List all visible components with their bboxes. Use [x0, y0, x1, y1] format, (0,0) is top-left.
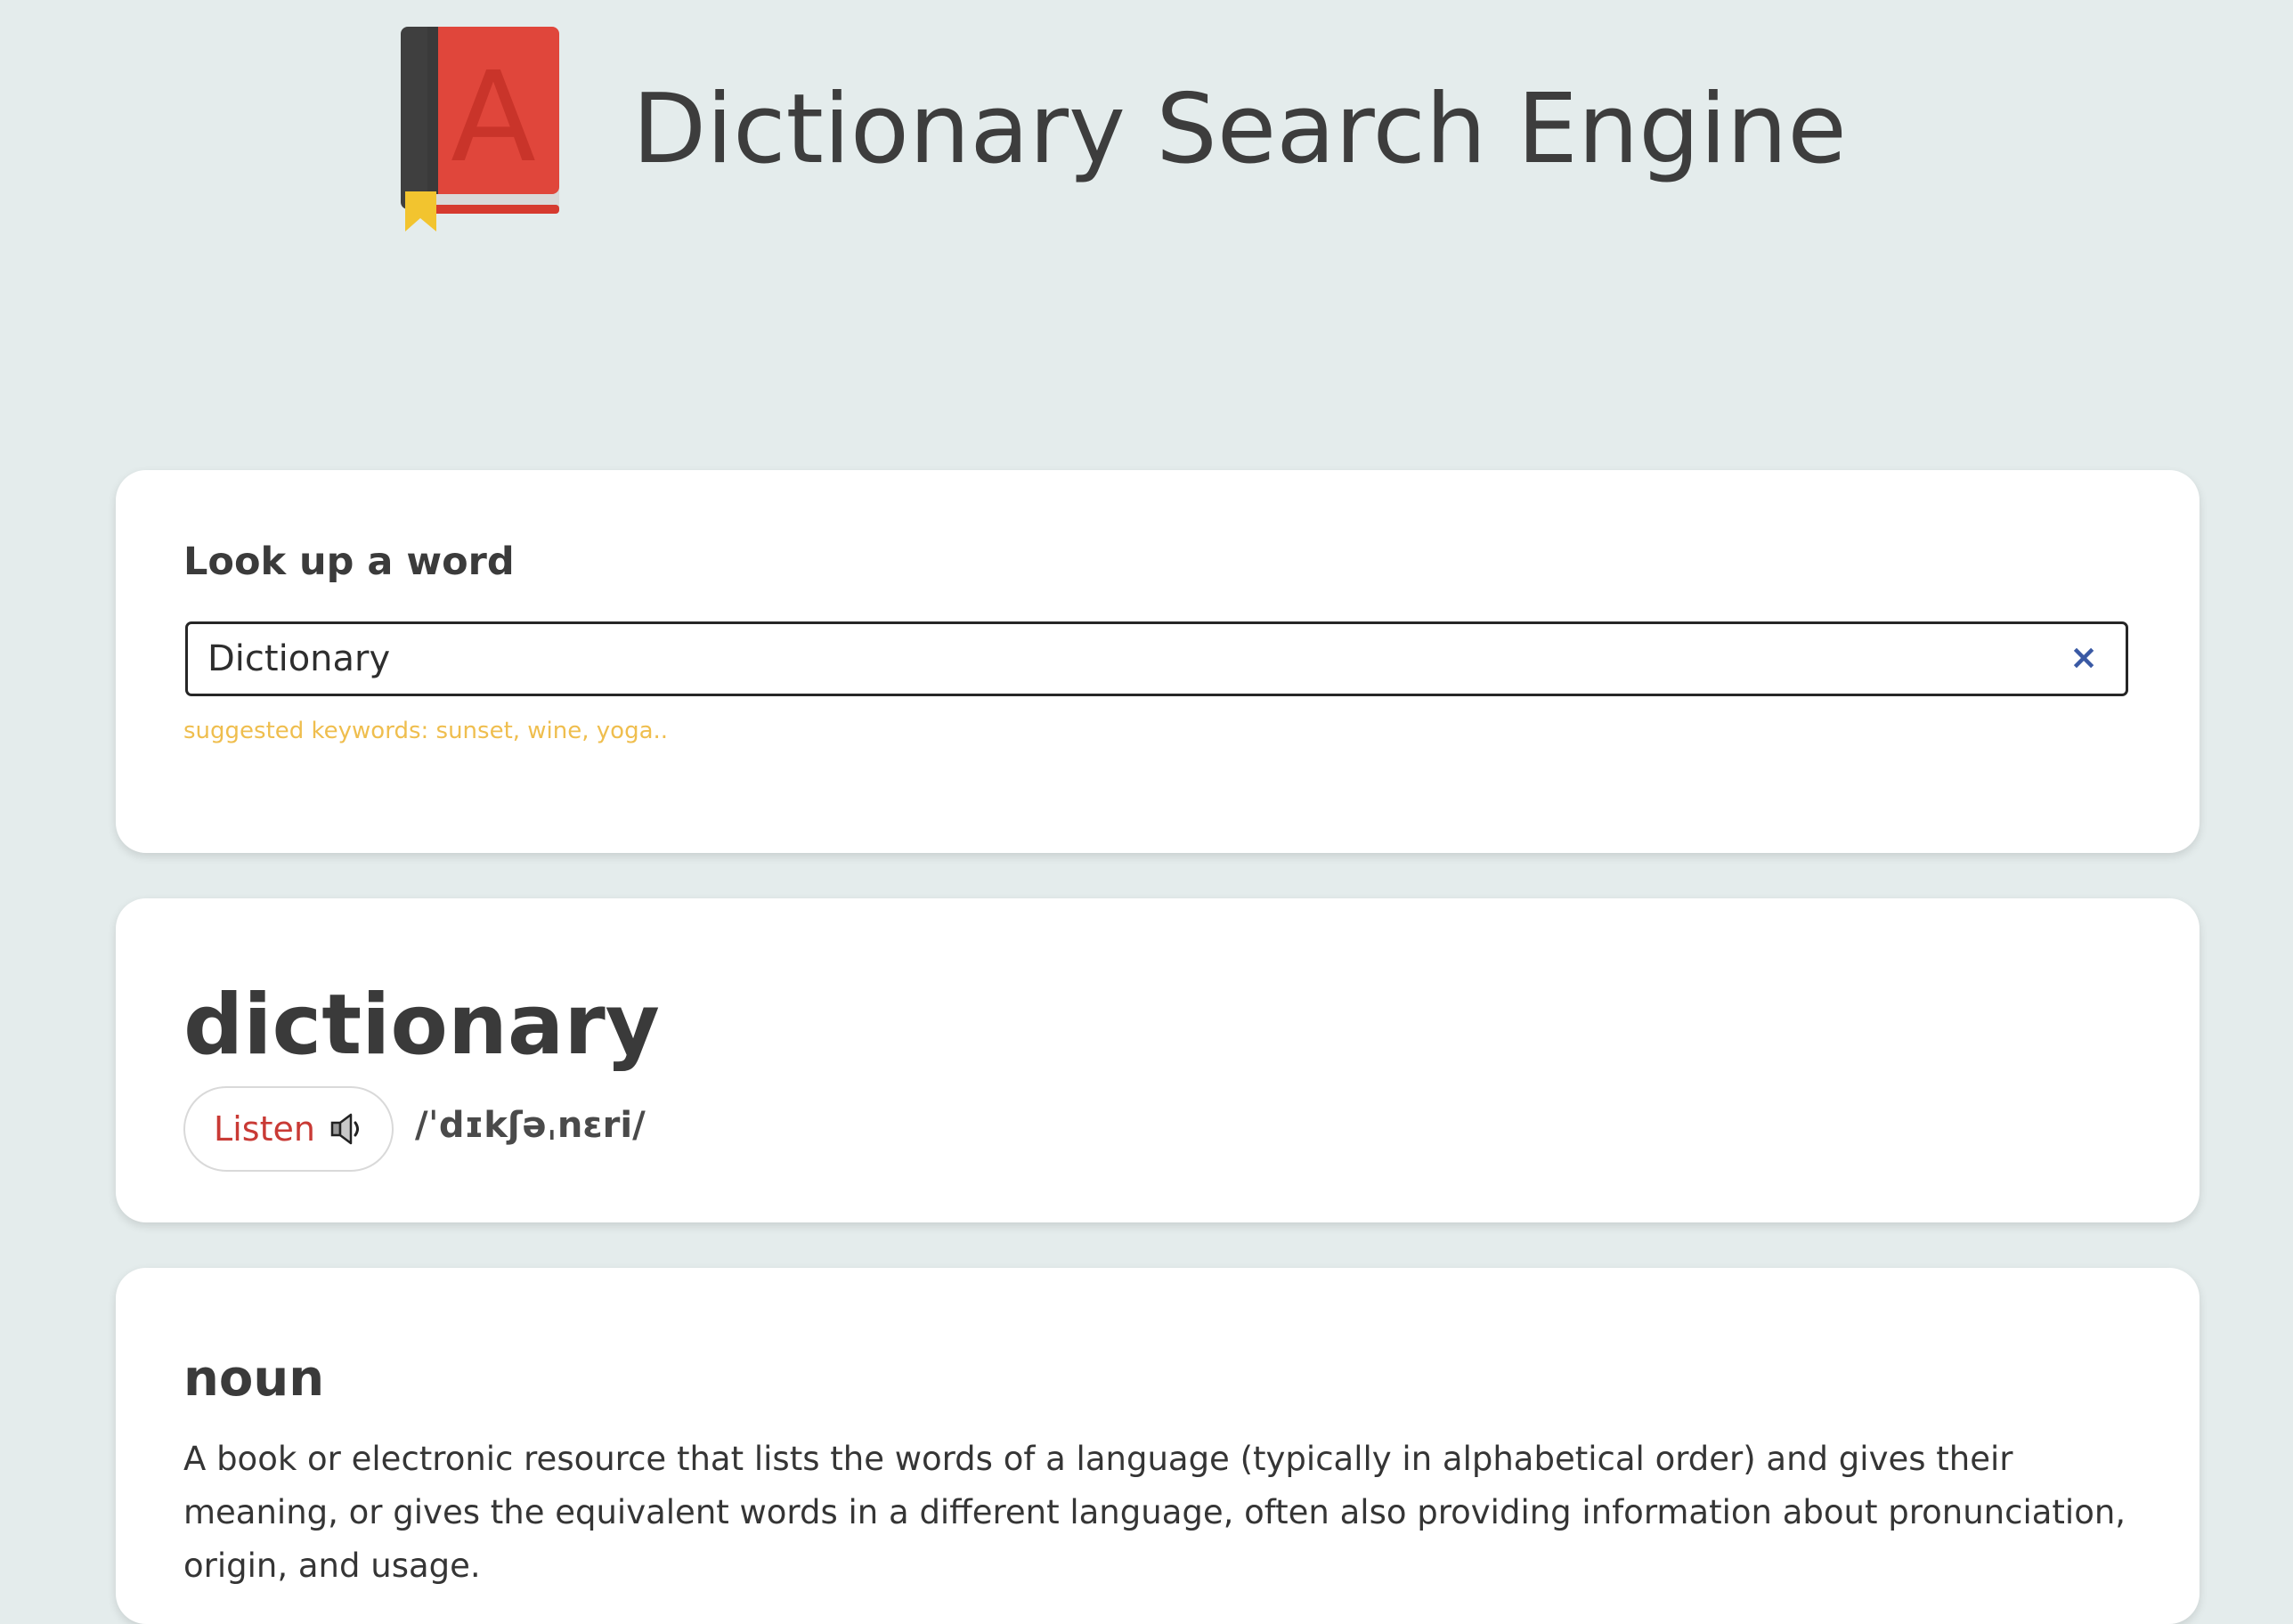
meaning-card: noun A book or electronic resource that … — [116, 1268, 2199, 1624]
page-title: Dictionary Search Engine — [632, 73, 1847, 185]
part-of-speech: noun — [183, 1350, 325, 1408]
listen-label: Listen — [214, 1109, 315, 1149]
search-input[interactable] — [207, 624, 2024, 694]
suggested-keywords: suggested keywords: sunset, wine, yoga.. — [183, 718, 669, 744]
phonetic-text: /ˈdɪkʃəˌnɛri/ — [415, 1105, 646, 1146]
word-card: dictionary Listen /ˈdɪkʃəˌnɛri/ — [116, 898, 2199, 1222]
word-title: dictionary — [183, 977, 660, 1074]
dictionary-book-icon: A — [401, 27, 561, 231]
app-header: A Dictionary Search Engine — [401, 27, 1847, 231]
close-icon[interactable]: × — [2063, 637, 2104, 678]
search-label: Look up a word — [183, 540, 515, 584]
definition-text: A book or electronic resource that lists… — [183, 1440, 2126, 1585]
search-box[interactable]: × — [185, 621, 2128, 696]
speaker-icon — [329, 1111, 363, 1147]
search-card: Look up a word × suggested keywords: sun… — [116, 470, 2199, 853]
logo-letter: A — [451, 45, 536, 191]
listen-button[interactable]: Listen — [183, 1086, 394, 1172]
